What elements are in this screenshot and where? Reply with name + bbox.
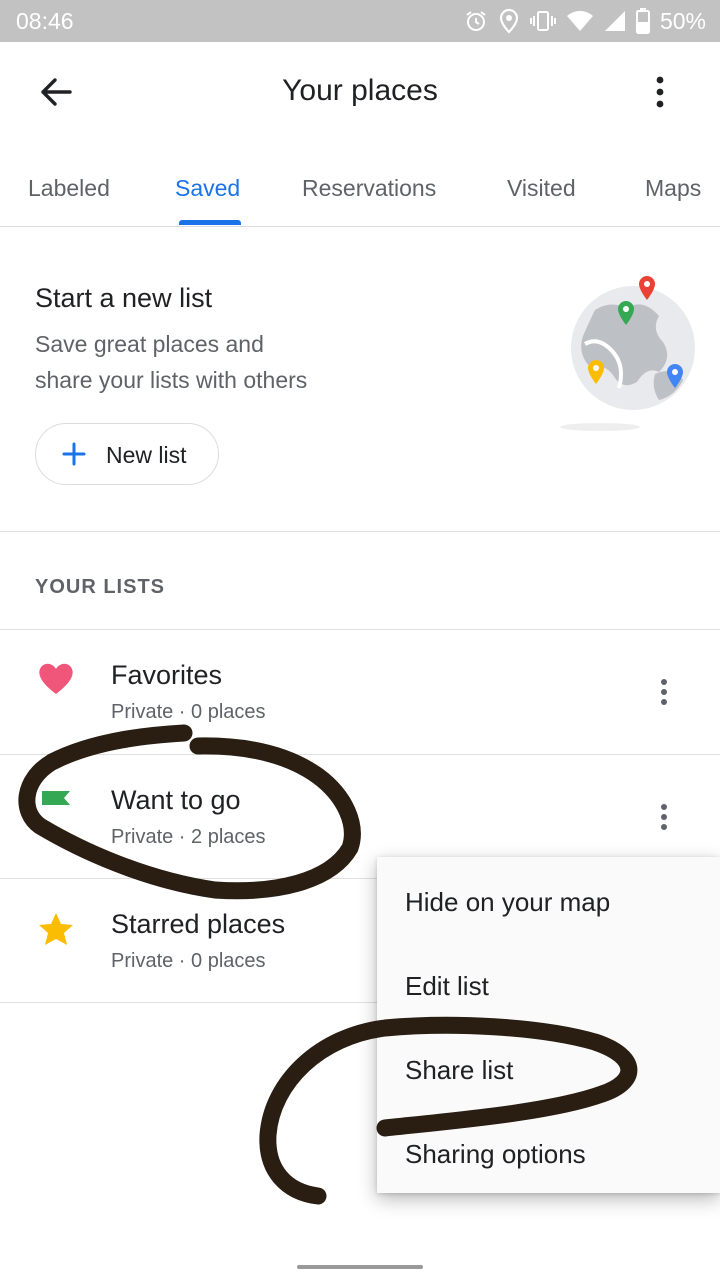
alarm-icon	[466, 11, 486, 31]
tab-bar: Labeled Saved Reservations Visited Maps	[0, 142, 720, 227]
page-title: Your places	[282, 74, 438, 107]
list-item-title: Starred places	[111, 909, 286, 939]
battery-icon	[635, 8, 650, 34]
app-bar: Your places	[0, 42, 720, 142]
location-icon	[499, 8, 519, 34]
tab-labeled[interactable]: Labeled	[28, 175, 110, 202]
list-item-title: Favorites	[111, 660, 223, 690]
promo-subtitle: Save great places and share your lists w…	[35, 326, 365, 398]
section-divider	[0, 531, 720, 532]
tab-visited[interactable]: Visited	[507, 175, 576, 202]
list-item-subtitle: Private · 0 places	[111, 701, 266, 723]
star-icon	[39, 913, 73, 945]
status-icons: 50%	[464, 7, 706, 35]
list-item-subtitle: Private · 0 places	[111, 950, 266, 972]
vibrate-icon	[529, 11, 556, 31]
battery-percent: 50%	[659, 7, 706, 34]
tab-maps[interactable]: Maps	[645, 175, 701, 202]
menu-item-sharing-options[interactable]: Sharing options	[405, 1139, 586, 1170]
overflow-menu-button[interactable]	[640, 72, 680, 112]
tab-reservations[interactable]: Reservations	[302, 175, 436, 202]
list-context-menu: Hide on your map Edit list Share list Sh…	[377, 857, 720, 1193]
menu-item-edit-list[interactable]: Edit list	[405, 971, 489, 1002]
promo-subtitle-line-2: share your lists with others	[35, 367, 308, 393]
signal-icon	[604, 11, 625, 31]
new-list-label: New list	[106, 442, 187, 468]
active-tab-indicator	[179, 220, 241, 225]
promo-subtitle-line-1: Save great places and	[35, 331, 264, 357]
list-item-favorites[interactable]: Favorites Private · 0 places	[0, 630, 720, 754]
menu-item-hide-on-map[interactable]: Hide on your map	[405, 887, 610, 918]
status-bar: 08:46 50%	[0, 0, 720, 42]
list-item-more-button[interactable]	[650, 672, 678, 712]
status-time: 08:46	[16, 8, 74, 34]
list-item-subtitle: Private · 2 places	[111, 826, 266, 848]
more-vert-icon	[656, 76, 664, 108]
menu-item-share-list[interactable]: Share list	[405, 1055, 513, 1086]
new-list-button[interactable]: New list	[35, 423, 219, 485]
heart-icon	[39, 663, 73, 694]
tab-saved[interactable]: Saved	[175, 175, 240, 202]
globe-pins-illustration	[560, 276, 695, 431]
promo-title: Start a new list	[35, 283, 213, 313]
list-item-title: Want to go	[111, 785, 241, 815]
wifi-icon	[566, 10, 593, 31]
list-item-more-button[interactable]	[650, 797, 678, 837]
plus-icon	[62, 442, 86, 466]
flag-icon	[42, 791, 70, 805]
your-lists-header: YOUR LISTS	[35, 576, 166, 598]
gesture-nav-handle[interactable]	[297, 1265, 423, 1269]
